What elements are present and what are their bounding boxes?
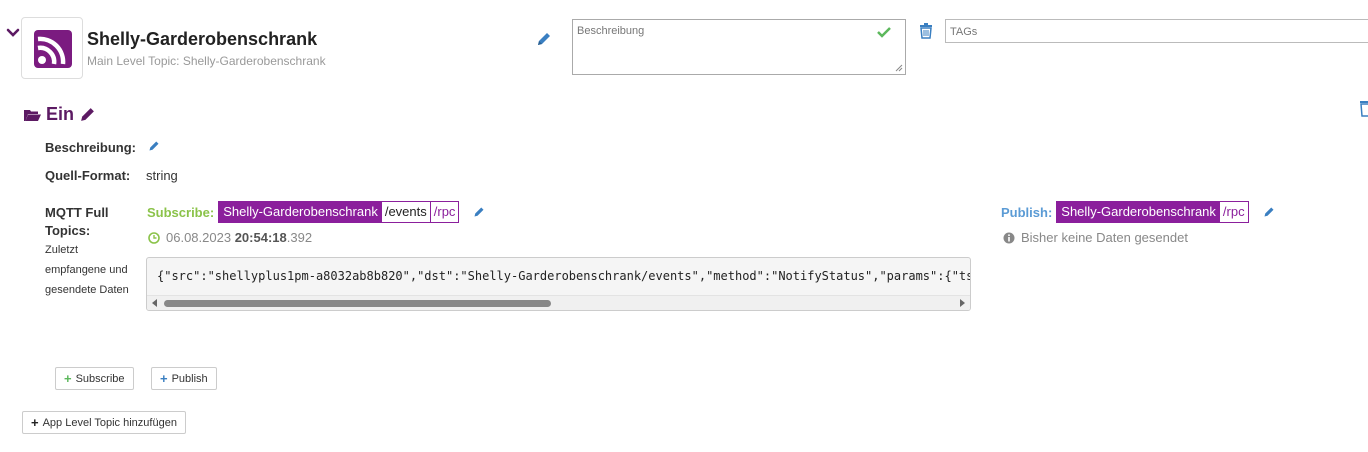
payload-text: {"src":"shellyplus1pm-a8032ab8b820","dst… [157, 269, 971, 283]
resize-handle-icon[interactable] [895, 64, 903, 72]
publish-topic: Shelly-Garderobenschrank /rpc [1056, 201, 1249, 223]
payload-box: {"src":"shellyplus1pm-a8032ab8b820","dst… [146, 257, 971, 311]
description-textarea[interactable]: Beschreibung [572, 19, 906, 75]
publish-button[interactable]: + Publish [151, 367, 217, 390]
edit-section-pencil-icon[interactable] [79, 106, 96, 123]
tags-placeholder: TAGs [950, 26, 978, 38]
page-subtitle: Main Level Topic: Shelly-Garderobenschra… [87, 54, 326, 68]
publish-topic-rpc: /rpc [1219, 202, 1248, 222]
chevron-down-icon[interactable] [6, 26, 20, 40]
folder-open-icon [24, 109, 41, 121]
delete-section-trash-icon[interactable] [1359, 99, 1368, 117]
edit-title-pencil-icon[interactable] [536, 31, 552, 47]
publish-row: Publish: Shelly-Garderobenschrank /rpc [1001, 201, 1275, 223]
rss-icon [34, 30, 72, 68]
subscribe-topic-main: Shelly-Garderobenschrank [219, 202, 382, 222]
subscribe-topic: Shelly-Garderobenschrank /events /rpc [218, 201, 460, 223]
subscribe-label: Subscribe: [147, 204, 215, 220]
scroll-left-arrow-icon[interactable] [152, 299, 157, 307]
info-icon [1003, 232, 1015, 243]
tags-input[interactable]: TAGs [945, 19, 1368, 43]
rss-logo [21, 17, 83, 79]
publish-status: Bisher keine Daten gesendet [1003, 230, 1188, 245]
description-label: Beschreibung: [45, 140, 137, 155]
page-title: Shelly-Garderobenschrank [87, 29, 318, 49]
source-format-label: Quell-Format: [45, 168, 131, 183]
trash-icon[interactable] [919, 23, 933, 39]
publish-topic-main: Shelly-Garderobenschrank [1057, 202, 1220, 222]
subscribe-button[interactable]: + Subscribe [55, 367, 134, 390]
section-header: Ein [24, 104, 96, 125]
clock-icon [148, 231, 160, 244]
publish-label: Publish: [1001, 204, 1053, 220]
scroll-right-arrow-icon[interactable] [960, 299, 965, 307]
edit-description-pencil-icon[interactable] [148, 140, 160, 152]
plus-icon: + [31, 415, 39, 430]
edit-subscribe-pencil-icon[interactable] [473, 206, 485, 218]
subscribe-topic-events: /events [381, 202, 431, 222]
horizontal-scrollbar[interactable] [147, 295, 970, 310]
source-format-value: string [146, 168, 178, 183]
scrollbar-thumb[interactable] [164, 300, 551, 307]
description-placeholder: Beschreibung [577, 25, 645, 37]
check-icon[interactable] [877, 25, 891, 39]
plus-icon: + [160, 371, 168, 386]
section-title: Ein [46, 104, 75, 124]
edit-publish-pencil-icon[interactable] [1263, 206, 1275, 218]
subscribe-row: Subscribe: Shelly-Garderobenschrank /eve… [147, 201, 485, 223]
mqtt-topics-label: MQTT Full Topics: [45, 205, 109, 238]
subscribe-topic-rpc: /rpc [430, 202, 459, 222]
last-data-label: Zuletzt empfangene und gesendete Daten [45, 244, 129, 296]
add-app-level-topic-button[interactable]: + App Level Topic hinzufügen [22, 411, 186, 434]
plus-icon: + [64, 371, 72, 386]
last-received-timestamp: 06.08.2023 20:54:18.392 [148, 230, 312, 245]
